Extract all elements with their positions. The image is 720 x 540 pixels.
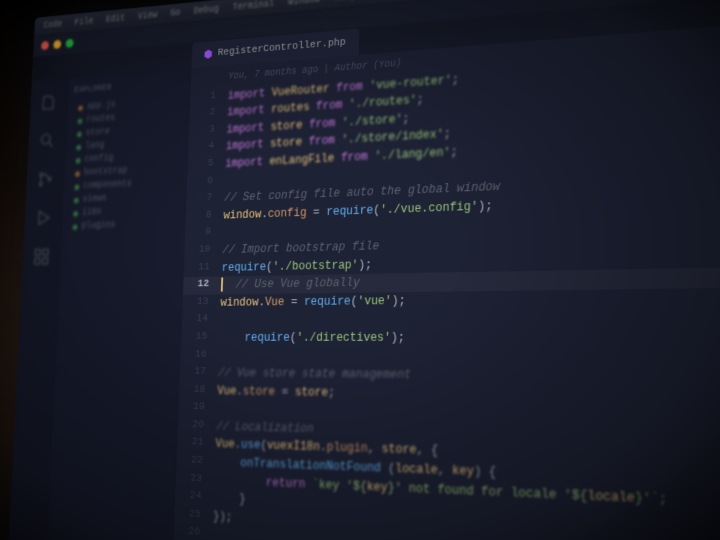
extensions-icon[interactable] bbox=[32, 247, 50, 267]
status-dot-icon bbox=[78, 105, 83, 111]
tree-item[interactable]: plugins bbox=[68, 216, 180, 233]
files-icon[interactable] bbox=[40, 92, 58, 112]
menu-go[interactable]: Go bbox=[170, 8, 180, 19]
close-icon[interactable] bbox=[41, 41, 49, 50]
status-dot-icon bbox=[73, 211, 78, 217]
status-dot-icon bbox=[73, 224, 78, 230]
code-line[interactable]: require('./directives'); bbox=[219, 327, 720, 348]
search-icon[interactable] bbox=[38, 131, 56, 151]
status-dot-icon bbox=[75, 171, 80, 177]
explorer-panel: Explorer app.jsroutesstorelangconfigboot… bbox=[44, 68, 191, 540]
minimize-icon[interactable] bbox=[53, 40, 61, 49]
status-dot-icon bbox=[76, 144, 81, 150]
code-content[interactable]: You, 7 months ago | Author (You) import … bbox=[208, 18, 720, 540]
menu-edit[interactable]: Edit bbox=[106, 14, 126, 25]
status-dot-icon bbox=[77, 118, 82, 124]
status-dot-icon bbox=[77, 131, 82, 137]
explorer-title: Explorer bbox=[74, 78, 184, 95]
menu-view[interactable]: View bbox=[138, 10, 158, 22]
menu-help[interactable]: Help bbox=[335, 0, 357, 3]
menu-debug[interactable]: Debug bbox=[194, 4, 220, 16]
status-dot-icon bbox=[76, 158, 81, 164]
maximize-icon[interactable] bbox=[66, 39, 74, 48]
php-icon: ⬢ bbox=[204, 47, 213, 61]
status-dot-icon bbox=[74, 184, 79, 190]
menu-window[interactable]: Window bbox=[288, 0, 320, 8]
editor-screen: Code File Edit View Go Debug Terminal Wi… bbox=[6, 0, 720, 540]
menu-code[interactable]: Code bbox=[43, 20, 62, 31]
tab-filename: RegisterController.php bbox=[218, 37, 346, 59]
menu-file[interactable]: File bbox=[74, 17, 93, 28]
git-icon[interactable] bbox=[36, 169, 54, 189]
debug-icon[interactable] bbox=[34, 208, 52, 228]
status-dot-icon bbox=[74, 197, 79, 203]
menu-terminal[interactable]: Terminal bbox=[232, 0, 274, 13]
code-editor[interactable]: 1234567891011121314151617181920212223242… bbox=[171, 12, 720, 540]
